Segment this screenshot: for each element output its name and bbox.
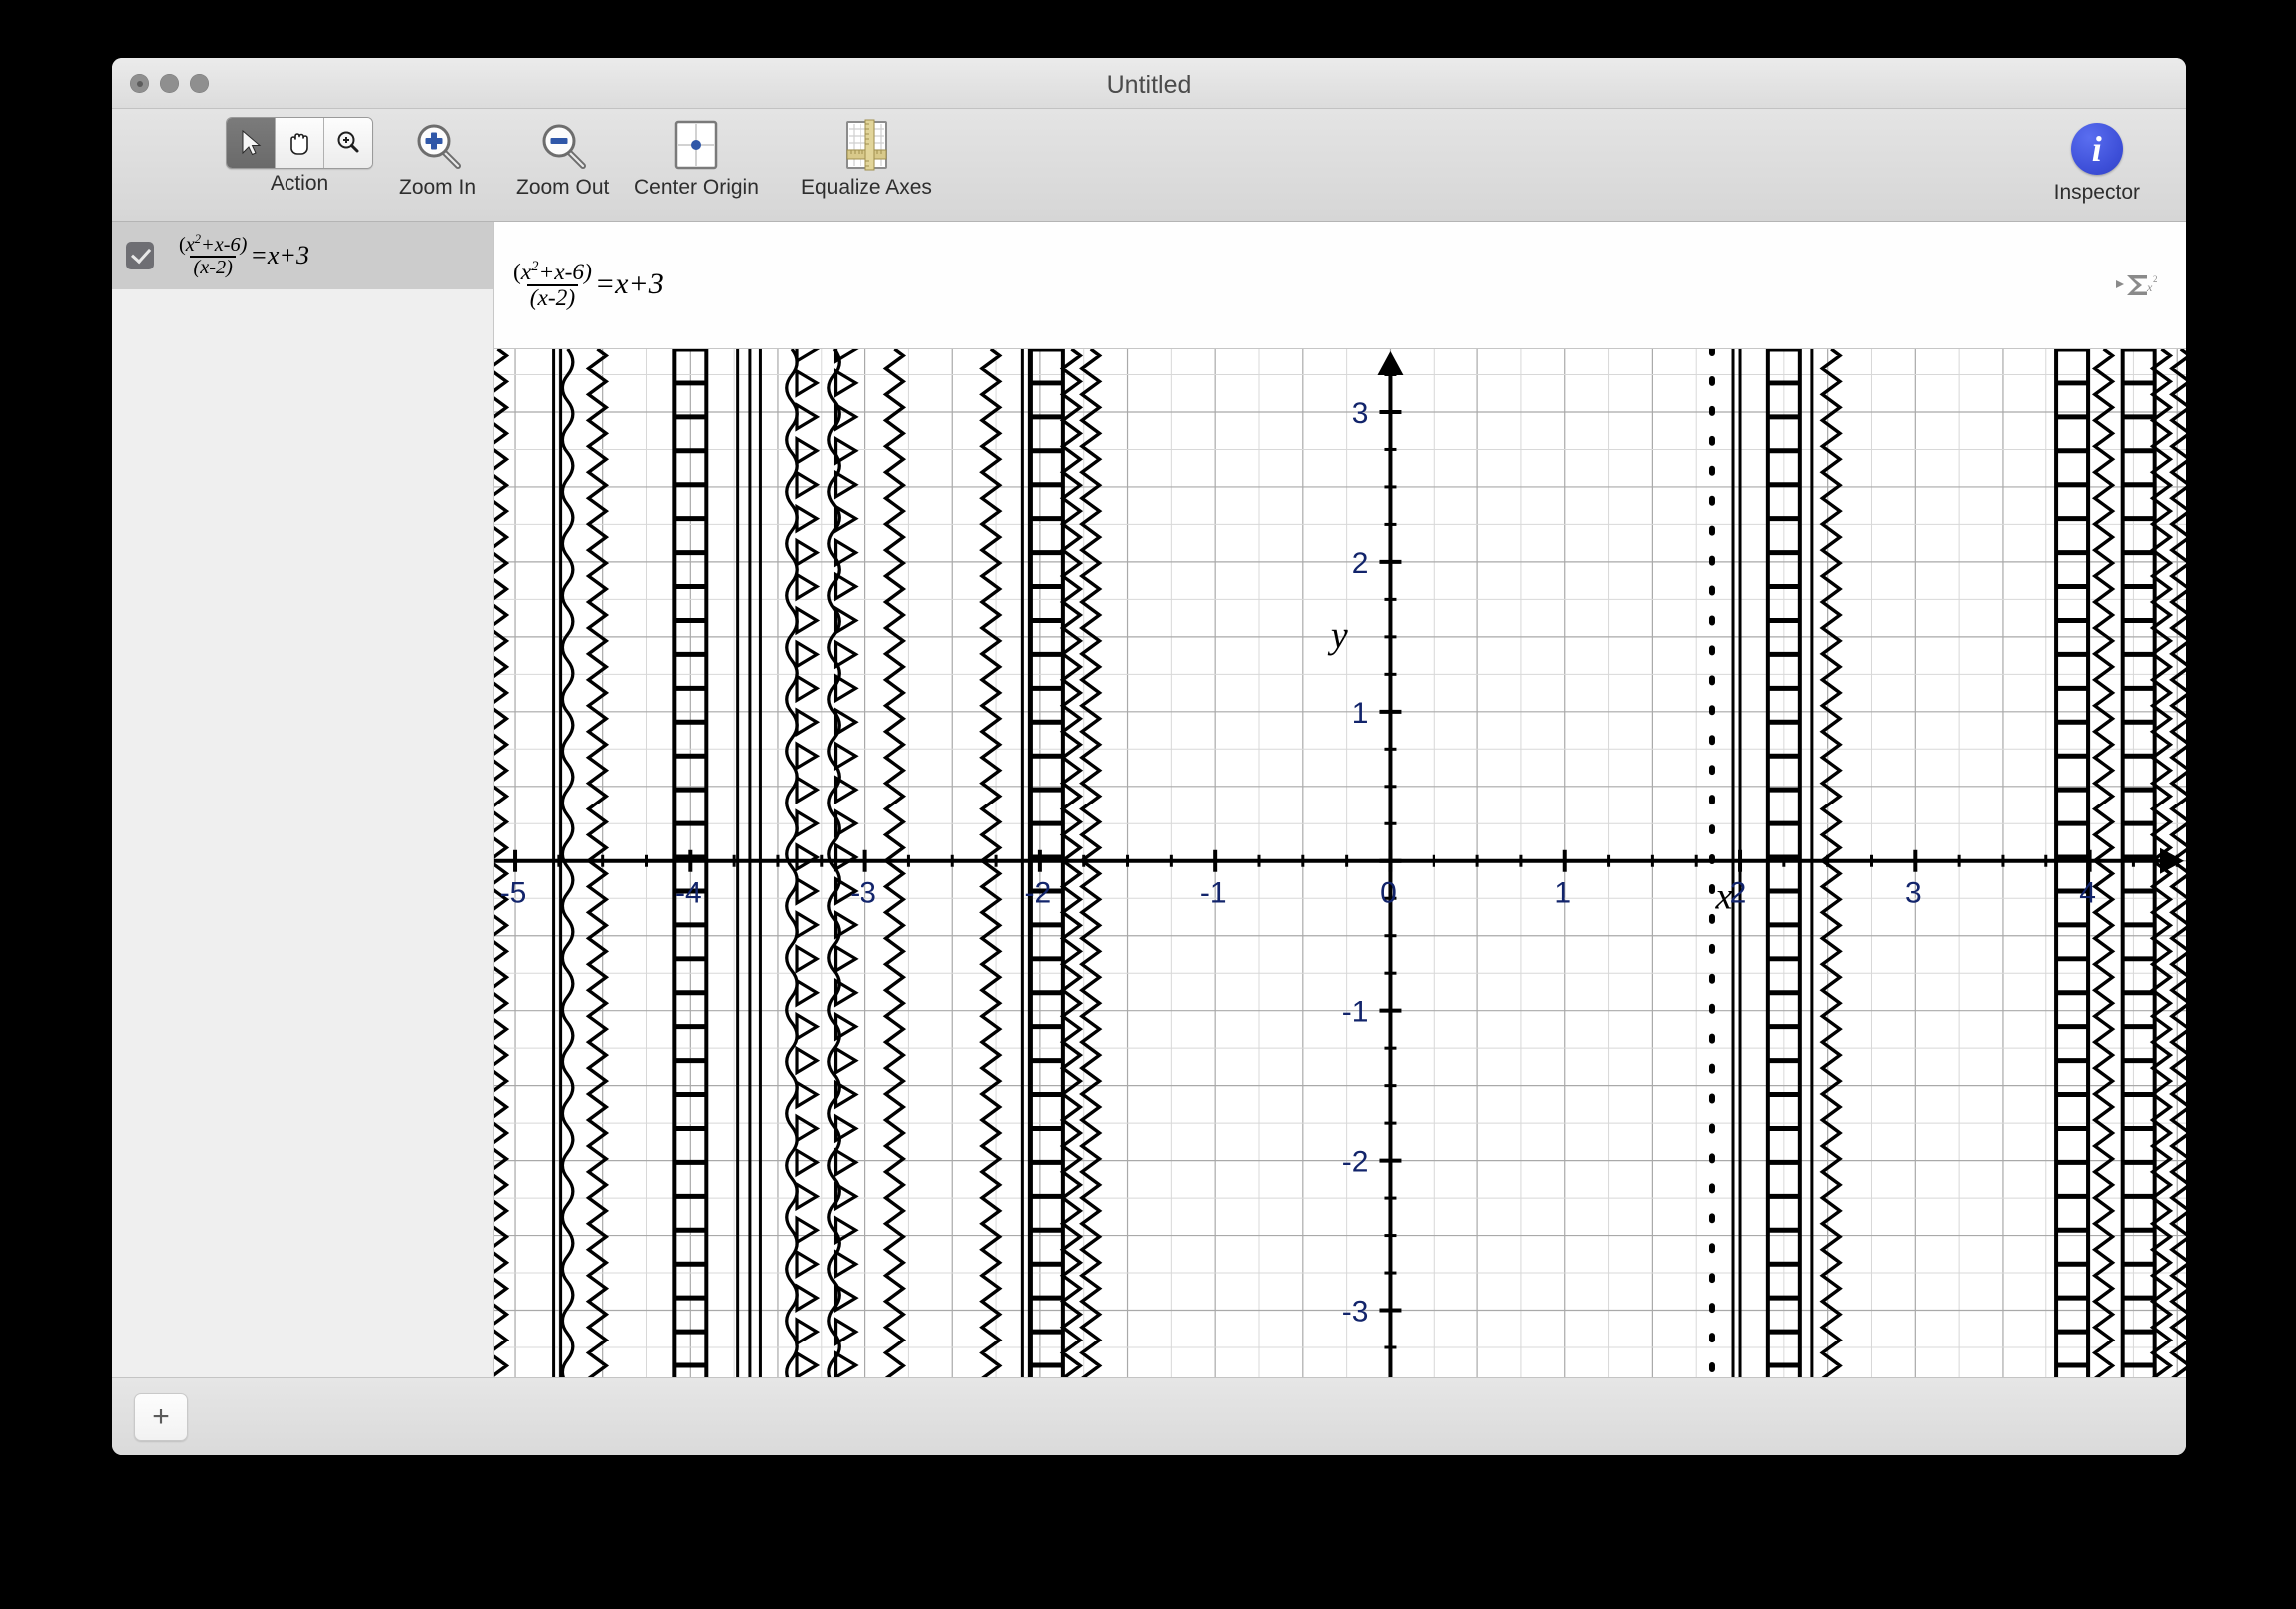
equation-list-item[interactable]: (x2+x-6) (x-2) =x+3 [112, 222, 493, 289]
svg-text:4: 4 [2079, 877, 2096, 910]
formula-rhs: =x+3 [594, 268, 664, 301]
y-axis-label: y [1327, 614, 1348, 656]
equation-visibility-checkbox[interactable] [126, 242, 154, 269]
equalize-axes-label: Equalize Axes [801, 176, 932, 199]
svg-text:2: 2 [1352, 547, 1369, 580]
window-title: Untitled [1106, 71, 1192, 99]
title-bar: Untitled [112, 58, 2186, 109]
app-window: Untitled Action Zoom In Zoom Out Center … [112, 58, 2186, 1455]
inspector-button[interactable]: i Inspector [2054, 123, 2140, 205]
equations-sidebar: (x2+x-6) (x-2) =x+3 [112, 222, 494, 1377]
window-body: (x2+x-6) (x-2) =x+3 (x2+x-6) (x-2) =x+3 [112, 222, 2186, 1377]
svg-text:-1: -1 [1342, 996, 1369, 1029]
zoom-out-icon [532, 117, 594, 173]
svg-text:x: x [2146, 280, 2153, 294]
grid-lines [494, 349, 2186, 1377]
graph-canvas[interactable]: -5 -4 -3 -2 -1 0 1 2 3 4 -3 -2 -1 1 2 3 x y [494, 349, 2186, 1377]
action-segmented-control[interactable] [226, 117, 373, 169]
hand-pan-icon[interactable] [276, 118, 324, 168]
add-equation-button[interactable]: + [134, 1392, 188, 1441]
info-icon: i [2070, 123, 2123, 175]
svg-text:-5: -5 [500, 877, 527, 910]
inspector-label: Inspector [2053, 181, 2140, 204]
formula-editor[interactable]: (x2+x-6) (x-2) =x+3 x 2 [494, 222, 2186, 349]
formula-equation: (x2+x-6) (x-2) =x+3 [510, 258, 664, 311]
svg-text:3: 3 [1905, 877, 1922, 910]
bottom-bar: + [112, 1377, 2186, 1455]
svg-text:-2: -2 [1025, 877, 1052, 910]
svg-text:-3: -3 [850, 877, 876, 910]
plot-curves [494, 349, 2186, 1377]
formula-denominator: (x-2) [526, 283, 579, 311]
sidebar-fraction: (x2+x-6) (x-2) [176, 231, 250, 278]
axes [494, 350, 2185, 1377]
center-origin-label: Center Origin [634, 176, 759, 199]
svg-text:0: 0 [1380, 877, 1397, 910]
formula-fraction: (x2+x-6) (x-2) [510, 258, 595, 311]
equalize-axes-button[interactable]: Equalize Axes [801, 117, 932, 200]
svg-text:-1: -1 [1200, 877, 1227, 910]
zoom-in-button[interactable]: Zoom In [399, 117, 476, 200]
graph-svg: -5 -4 -3 -2 -1 0 1 2 3 4-3-2-1123xy [494, 349, 2186, 1377]
svg-text:-4: -4 [675, 877, 702, 910]
main-pane: (x2+x-6) (x-2) =x+3 x 2 -5 -4 -3 -2 -1 0 1 2 3 4 -… [494, 222, 2186, 1377]
sidebar-rhs: =x+3 [250, 241, 309, 269]
sigma-x-squared-icon[interactable]: x 2 [2114, 270, 2160, 300]
svg-text:3: 3 [1352, 397, 1369, 430]
svg-text:-3: -3 [1342, 1296, 1369, 1329]
toolbar: Action Zoom In Zoom Out Center Origin Eq… [112, 109, 2186, 222]
action-label: Action [270, 172, 329, 195]
center-origin-icon [665, 117, 727, 173]
svg-text:2: 2 [2153, 274, 2158, 284]
zoom-out-button[interactable]: Zoom Out [516, 117, 609, 200]
svg-text:1: 1 [1352, 697, 1369, 730]
x-axis-label: x [1714, 876, 1732, 918]
magnifier-zoom-icon[interactable] [324, 118, 372, 168]
center-origin-button[interactable]: Center Origin [634, 117, 759, 200]
arrow-cursor-icon[interactable] [227, 118, 276, 168]
zoom-in-label: Zoom In [399, 176, 477, 199]
zoom-out-label: Zoom Out [516, 176, 610, 199]
sidebar-denominator: (x-2) [190, 255, 236, 278]
sidebar-equation: (x2+x-6) (x-2) =x+3 [176, 231, 309, 278]
zoom-in-icon [407, 117, 469, 173]
sidebar-numerator: (x2+x-6) [179, 231, 248, 256]
action-group: Action [226, 117, 373, 196]
formula-numerator: (x2+x-6) [513, 258, 592, 285]
equalize-axes-icon [836, 117, 897, 173]
svg-text:1: 1 [1554, 877, 1571, 910]
axis-labels: xy [1327, 614, 1733, 917]
svg-text:-2: -2 [1342, 1146, 1369, 1179]
